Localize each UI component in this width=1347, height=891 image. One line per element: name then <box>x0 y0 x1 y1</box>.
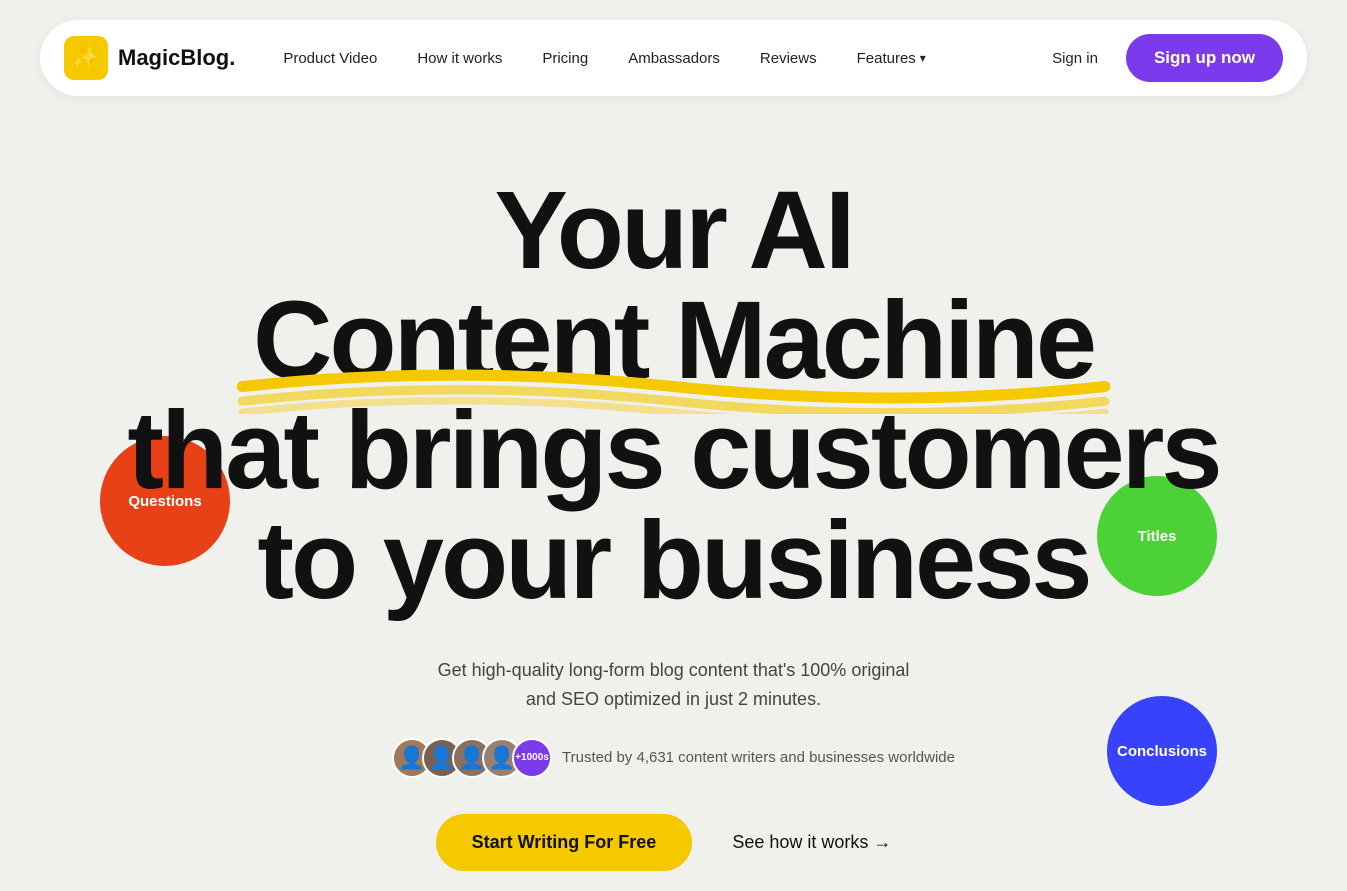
hero-title: Your AI Content Machine that brings cust… <box>40 176 1307 616</box>
nav-item-product-video[interactable]: Product Video <box>265 40 395 77</box>
avatar-count: +1000s <box>512 738 552 778</box>
hero-title-line4: to your business <box>40 506 1307 616</box>
hero-section: Questions Titles Conclusions Your AI Con… <box>0 116 1347 891</box>
nav-item-how-it-works[interactable]: How it works <box>399 40 520 77</box>
navbar: ✨ MagicBlog. Product Video How it works … <box>40 20 1307 96</box>
social-proof-text: Trusted by 4,631 content writers and bus… <box>562 749 955 766</box>
nav-right: Sign in Sign up now <box>1034 34 1283 82</box>
logo[interactable]: ✨ MagicBlog. <box>64 36 235 80</box>
sign-in-link[interactable]: Sign in <box>1034 40 1116 77</box>
nav-item-pricing[interactable]: Pricing <box>524 40 606 77</box>
sign-up-button[interactable]: Sign up now <box>1126 34 1283 82</box>
avatars: 👤 👤 👤 👤 +1000s <box>392 738 552 778</box>
hero-content: Your AI Content Machine that brings cust… <box>0 116 1347 891</box>
underline-decoration <box>233 359 1114 414</box>
hero-title-line2: Content Machine <box>253 286 1094 396</box>
nav-item-reviews[interactable]: Reviews <box>742 40 835 77</box>
hero-subtitle: Get high-quality long-form blog content … <box>40 656 1307 714</box>
cta-primary-button[interactable]: Start Writing For Free <box>436 814 693 871</box>
cta-secondary-button[interactable]: See how it works → <box>712 814 911 871</box>
nav-links: Product Video How it works Pricing Ambas… <box>265 40 1034 77</box>
cta-area: Start Writing For Free See how it works … <box>40 814 1307 871</box>
nav-item-features[interactable]: Features ▾ <box>839 40 944 77</box>
hero-title-line1: Your AI <box>40 176 1307 286</box>
logo-icon: ✨ <box>64 36 108 80</box>
logo-text: MagicBlog. <box>118 45 235 71</box>
social-proof: 👤 👤 👤 👤 +1000s Trusted by 4,631 content … <box>40 738 1307 778</box>
nav-item-ambassadors[interactable]: Ambassadors <box>610 40 738 77</box>
chevron-down-icon: ▾ <box>920 51 926 65</box>
